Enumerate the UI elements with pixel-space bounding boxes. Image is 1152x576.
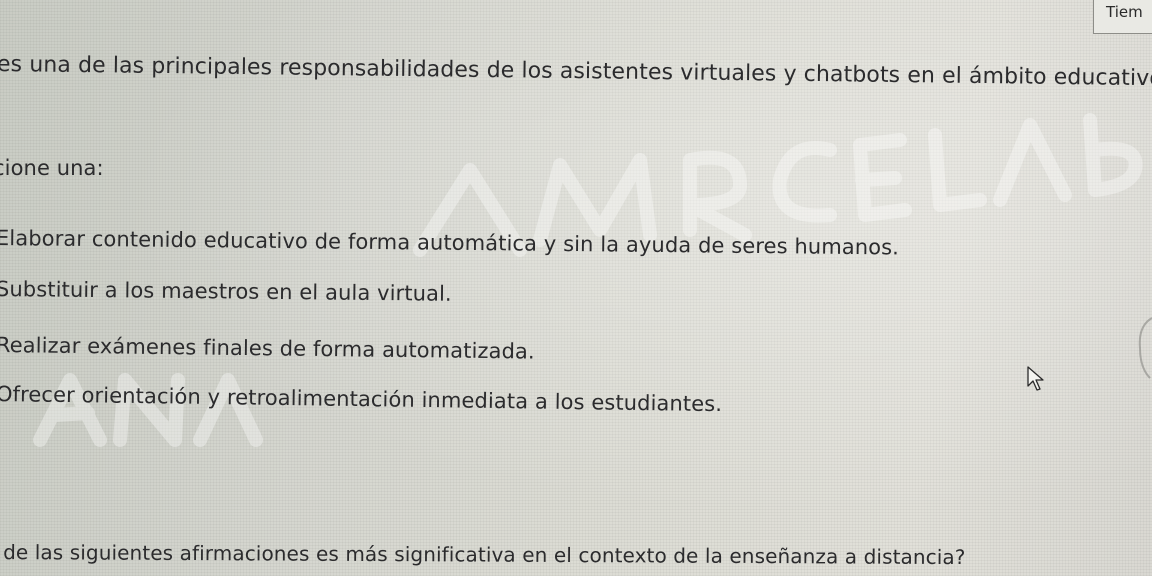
option-b[interactable]: Substituir a los maestros en el aula vir… [0, 277, 452, 306]
question-2-text: l de las siguientes afirmaciones es más … [0, 540, 966, 570]
option-d[interactable]: Ofrecer orientación y retroalimentación … [0, 382, 722, 416]
select-instruction: cione una: [0, 156, 104, 180]
partial-bracket [1138, 317, 1152, 379]
mouse-pointer-icon [1027, 366, 1044, 391]
option-c[interactable]: Realizar exámenes finales de forma autom… [0, 333, 535, 364]
option-a[interactable]: Elaborar contenido educativo de forma au… [0, 226, 899, 259]
timer-box: Tiem [1093, 0, 1152, 34]
timer-label: Tiem [1106, 3, 1143, 21]
question-1-text: es una de las principales responsabilida… [0, 52, 1152, 92]
